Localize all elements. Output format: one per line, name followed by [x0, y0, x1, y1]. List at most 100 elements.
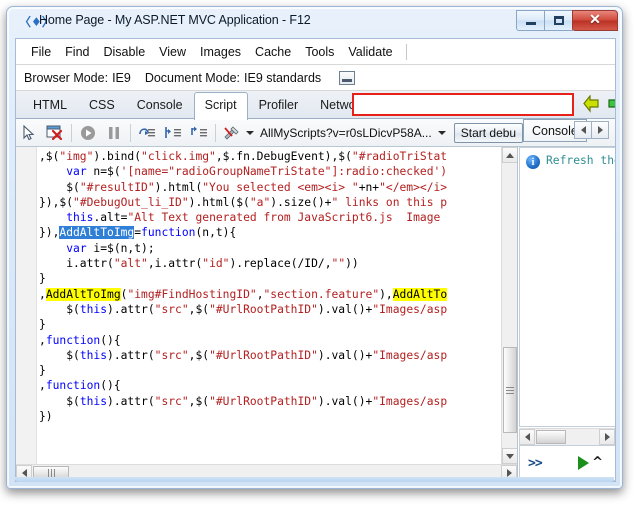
- start-debugging-button[interactable]: Start debu: [453, 122, 524, 143]
- code-line: i.attr("alt",i.attr("id").replace(/ID/,"…: [39, 256, 501, 271]
- code-token: }: [39, 364, 46, 378]
- code-token: ).size()+: [270, 195, 332, 209]
- code-line: }): [39, 409, 501, 424]
- console-scroll-left-button[interactable]: [519, 429, 535, 445]
- code-token: "src": [154, 302, 189, 316]
- main-panes: ,$("img").bind("click.img",$.fn.DebugEve…: [16, 119, 615, 481]
- console-scroll-right-button[interactable]: [599, 429, 615, 445]
- search-next-button[interactable]: [606, 95, 615, 113]
- menu-item-file[interactable]: File: [24, 43, 58, 61]
- menu-item-view[interactable]: View: [152, 43, 193, 61]
- menu-item-validate[interactable]: Validate: [341, 43, 399, 61]
- maximize-button[interactable]: [544, 10, 573, 31]
- code-vertical-scrollbar[interactable]: [501, 147, 517, 464]
- tab-profiler[interactable]: Profiler: [248, 92, 310, 119]
- run-play-icon[interactable]: [578, 456, 589, 470]
- break-all-pause-icon[interactable]: [101, 120, 127, 146]
- code-gutter[interactable]: [16, 147, 37, 464]
- console-tab-bar: Console: [519, 119, 615, 147]
- code-line: }: [39, 271, 501, 286]
- step-over-icon[interactable]: [134, 120, 160, 146]
- script-file-select[interactable]: AllMyScripts?v=r0sLDicvP58A...: [260, 126, 446, 140]
- code-token: function: [45, 379, 101, 393]
- breakpoints-dropdown-caret-icon[interactable]: [246, 130, 254, 135]
- search-highlight-box: [352, 93, 574, 116]
- expand-chevron-up-icon[interactable]: ^: [592, 456, 603, 469]
- code-line: ,function(){: [39, 333, 501, 348]
- code-line: var i=$(n,t);: [39, 241, 501, 256]
- window-bottom-strip: [15, 477, 614, 482]
- console-horizontal-scroll-thumb[interactable]: [536, 430, 566, 444]
- tab-css[interactable]: CSS: [78, 92, 126, 119]
- code-token: ).replace(/ID/,: [229, 257, 332, 271]
- menu-item-images[interactable]: Images: [193, 43, 248, 61]
- menu-separator: [405, 43, 407, 60]
- menu-item-disable[interactable]: Disable: [96, 43, 152, 61]
- close-button[interactable]: ✕: [572, 10, 618, 31]
- code-token: "Images/asp: [372, 348, 448, 362]
- code-token: i.attr(: [39, 257, 114, 271]
- code-token: +n+: [358, 180, 380, 194]
- console-output[interactable]: i Refresh the: [519, 147, 615, 427]
- code-token: "You selected <em><i> ": [202, 180, 359, 194]
- console-command-line[interactable]: >> ^: [519, 445, 615, 481]
- clear-browser-cache-icon[interactable]: [42, 120, 68, 146]
- code-token: ,i.attr(: [147, 257, 203, 271]
- code-token: this: [66, 211, 94, 225]
- document-mode-value[interactable]: IE9 standards: [244, 71, 321, 85]
- code-line: }),AddAltToImg=function(n,t){: [39, 225, 501, 240]
- tab-html[interactable]: HTML: [22, 92, 78, 119]
- tab-script[interactable]: Script: [193, 92, 248, 120]
- code-token: n=$(: [86, 165, 121, 179]
- menu-item-tools[interactable]: Tools: [298, 43, 341, 61]
- code-token: "src": [154, 394, 189, 408]
- code-line: $("#resultID").html("You selected <em><i…: [39, 180, 501, 195]
- title-bar: 〈♦〉 Home Page - My ASP.NET MVC Applicati…: [7, 7, 622, 37]
- scroll-up-button[interactable]: [502, 147, 517, 163]
- code-line: $(this).attr("src",$("#UrlRootPathID").v…: [39, 394, 501, 409]
- step-out-icon[interactable]: [186, 120, 212, 146]
- code-line: }: [39, 317, 501, 332]
- code-token: ).val()+: [317, 302, 373, 316]
- start-debugging-play-icon[interactable]: [75, 120, 101, 146]
- scroll-right-icon: [604, 433, 610, 441]
- code-token: $(: [39, 180, 80, 194]
- console-horizontal-scrollbar[interactable]: [519, 428, 615, 445]
- code-token: "#UrlRootPathID": [209, 302, 318, 316]
- code-search-match: AddAltToImg: [45, 287, 121, 301]
- step-into-icon[interactable]: [160, 120, 186, 146]
- console-next-button[interactable]: [591, 121, 609, 139]
- scroll-down-button[interactable]: [502, 448, 517, 464]
- code-token: .alt=: [93, 211, 128, 225]
- code-token: ,$(: [188, 302, 210, 316]
- code-token: ,$.fn.DebugEvent),$(: [215, 150, 352, 163]
- menu-item-cache[interactable]: Cache: [248, 43, 298, 61]
- breakpoints-tools-icon[interactable]: [219, 120, 245, 146]
- minimize-panel-icon[interactable]: [339, 70, 356, 85]
- code-viewport[interactable]: ,$("img").bind("click.img",$.fn.DebugEve…: [37, 147, 501, 464]
- minimize-button[interactable]: [516, 10, 545, 31]
- search-prev-button[interactable]: [582, 95, 601, 113]
- code-token: '[name="radioGroupNameTriState"]:radio:c…: [120, 165, 448, 179]
- code-line: ,function(){: [39, 378, 501, 393]
- code-token: (){: [100, 333, 121, 347]
- tab-console[interactable]: Console: [126, 92, 194, 119]
- vertical-scroll-thumb[interactable]: [503, 347, 517, 433]
- code-line: ,$("img").bind("click.img",$.fn.DebugEve…: [39, 149, 501, 164]
- console-prev-button[interactable]: [574, 121, 592, 139]
- menu-item-find[interactable]: Find: [58, 43, 96, 61]
- code-token: "id": [202, 257, 230, 271]
- code-token: }: [39, 318, 46, 332]
- code-token: (){: [100, 379, 121, 393]
- select-element-cursor-icon[interactable]: [16, 120, 42, 146]
- client-area: File Find Disable View Images Cache Tool…: [15, 38, 616, 482]
- arrow-right-icon: [608, 99, 615, 108]
- code-token: (n,t){: [195, 226, 237, 240]
- code-token: "img": [59, 150, 94, 163]
- code-token: ,$(: [188, 348, 210, 362]
- code-token: var: [66, 241, 87, 255]
- code-token: ).attr(: [107, 302, 155, 316]
- browser-mode-value[interactable]: IE9: [112, 71, 131, 85]
- chevron-left-icon: [580, 126, 586, 134]
